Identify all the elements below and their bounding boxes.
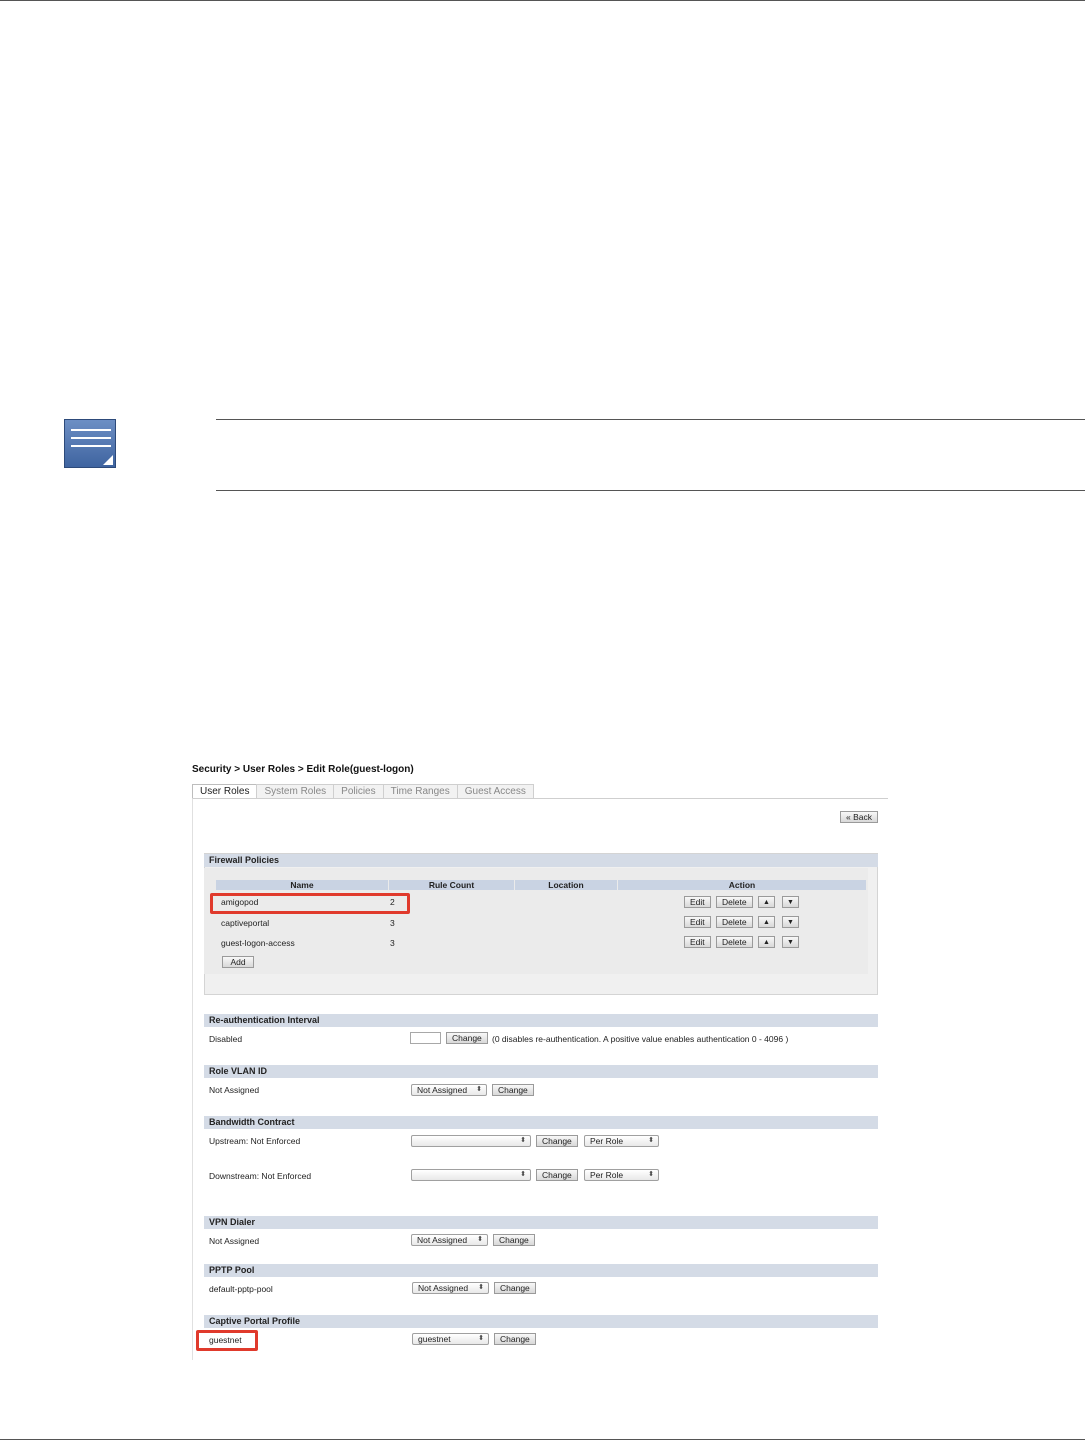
back-button[interactable]: « Back [840, 811, 878, 823]
pptp-pool-header: PPTP Pool [204, 1264, 878, 1277]
column-header-rule-count: Rule Count [389, 880, 514, 890]
move-up-button[interactable]: ▲ [758, 916, 775, 928]
vlan-value: Not Assigned [209, 1085, 260, 1095]
downstream-scope-select[interactable]: Per Role ⬍ [584, 1169, 659, 1181]
move-down-button[interactable]: ▼ [782, 896, 799, 908]
note-rule-top [216, 419, 1085, 420]
reauth-header: Re-authentication Interval [204, 1014, 878, 1027]
move-up-button[interactable]: ▲ [758, 936, 775, 948]
rule-count: 3 [390, 938, 395, 948]
vlan-select[interactable]: Not Assigned ⬍ [411, 1084, 487, 1096]
captive-portal-header: Captive Portal Profile [204, 1315, 878, 1328]
highlight-box [196, 1330, 258, 1351]
pptp-pool-select-value: Not Assigned [418, 1283, 469, 1293]
select-caret-icon: ⬍ [478, 1284, 484, 1291]
pptp-pool-select[interactable]: Not Assigned ⬍ [412, 1282, 489, 1294]
edit-button[interactable]: Edit [684, 896, 711, 908]
edit-button[interactable]: Edit [684, 916, 711, 928]
column-header-location: Location [515, 880, 617, 890]
tab-user-roles[interactable]: User Roles [192, 784, 258, 799]
vlan-select-value: Not Assigned [417, 1085, 468, 1095]
move-down-button[interactable]: ▼ [782, 936, 799, 948]
breadcrumb: Security > User Roles > Edit Role(guest-… [192, 764, 414, 775]
select-caret-icon: ⬍ [476, 1086, 482, 1093]
upstream-label: Upstream: Not Enforced [209, 1136, 301, 1146]
edit-role-screenshot: Security > User Roles > Edit Role(guest-… [190, 760, 890, 1360]
reauth-interval-input[interactable] [410, 1032, 441, 1044]
edit-button[interactable]: Edit [684, 936, 711, 948]
highlight-box [210, 893, 410, 914]
upstream-scope-value: Per Role [590, 1136, 624, 1146]
note-icon [64, 419, 116, 468]
firewall-policies-header: Firewall Policies [204, 854, 878, 867]
downstream-contract-select[interactable]: ⬍ [411, 1169, 531, 1181]
upstream-contract-select[interactable]: ⬍ [411, 1135, 531, 1147]
select-caret-icon: ⬍ [477, 1236, 483, 1243]
upstream-scope-select[interactable]: Per Role ⬍ [584, 1135, 659, 1147]
downstream-scope-value: Per Role [590, 1170, 624, 1180]
pptp-pool-value: default-pptp-pool [209, 1284, 273, 1294]
bandwidth-header: Bandwidth Contract [204, 1116, 878, 1129]
pptp-pool-change-button[interactable]: Change [494, 1282, 536, 1294]
select-caret-icon: ⬍ [478, 1335, 484, 1342]
reauth-hint: (0 disables re-authentication. A positiv… [492, 1034, 789, 1044]
rule-count: 3 [390, 918, 395, 928]
delete-button[interactable]: Delete [716, 936, 753, 948]
move-up-button[interactable]: ▲ [758, 896, 775, 908]
delete-button[interactable]: Delete [716, 916, 753, 928]
captive-portal-select[interactable]: guestnet ⬍ [412, 1333, 489, 1345]
captive-portal-change-button[interactable]: Change [494, 1333, 536, 1345]
delete-button[interactable]: Delete [716, 896, 753, 908]
vpn-dialer-select-value: Not Assigned [417, 1235, 468, 1245]
select-caret-icon: ⬍ [520, 1171, 526, 1178]
vlan-change-button[interactable]: Change [492, 1084, 534, 1096]
downstream-change-button[interactable]: Change [536, 1169, 578, 1181]
tab-system-roles[interactable]: System Roles [256, 784, 335, 799]
select-caret-icon: ⬍ [648, 1137, 654, 1144]
vpn-dialer-change-button[interactable]: Change [493, 1234, 535, 1246]
tab-bar: User Roles System Roles Policies Time Ra… [192, 784, 534, 799]
policy-name[interactable]: guest-logon-access [221, 938, 295, 948]
policy-name[interactable]: captiveportal [221, 918, 269, 928]
top-rule [0, 0, 1085, 1]
select-caret-icon: ⬍ [648, 1171, 654, 1178]
reauth-value: Disabled [209, 1034, 243, 1044]
tab-policies[interactable]: Policies [333, 784, 384, 799]
reauth-change-button[interactable]: Change [446, 1032, 488, 1044]
column-header-action: Action [618, 880, 866, 890]
add-policy-button[interactable]: Add [222, 956, 254, 968]
tab-guest-access[interactable]: Guest Access [456, 784, 534, 799]
column-header-name: Name [216, 880, 388, 890]
vpn-dialer-value: Not Assigned [209, 1236, 260, 1246]
select-caret-icon: ⬍ [520, 1137, 526, 1144]
move-down-button[interactable]: ▼ [782, 916, 799, 928]
vpn-dialer-select[interactable]: Not Assigned ⬍ [411, 1234, 488, 1246]
tab-time-ranges[interactable]: Time Ranges [382, 784, 458, 799]
captive-portal-select-value: guestnet [418, 1334, 451, 1344]
upstream-change-button[interactable]: Change [536, 1135, 578, 1147]
note-rule-bottom [216, 490, 1085, 491]
vlan-header: Role VLAN ID [204, 1065, 878, 1078]
downstream-label: Downstream: Not Enforced [209, 1171, 312, 1181]
bottom-rule [0, 1439, 1085, 1440]
vpn-dialer-header: VPN Dialer [204, 1216, 878, 1229]
